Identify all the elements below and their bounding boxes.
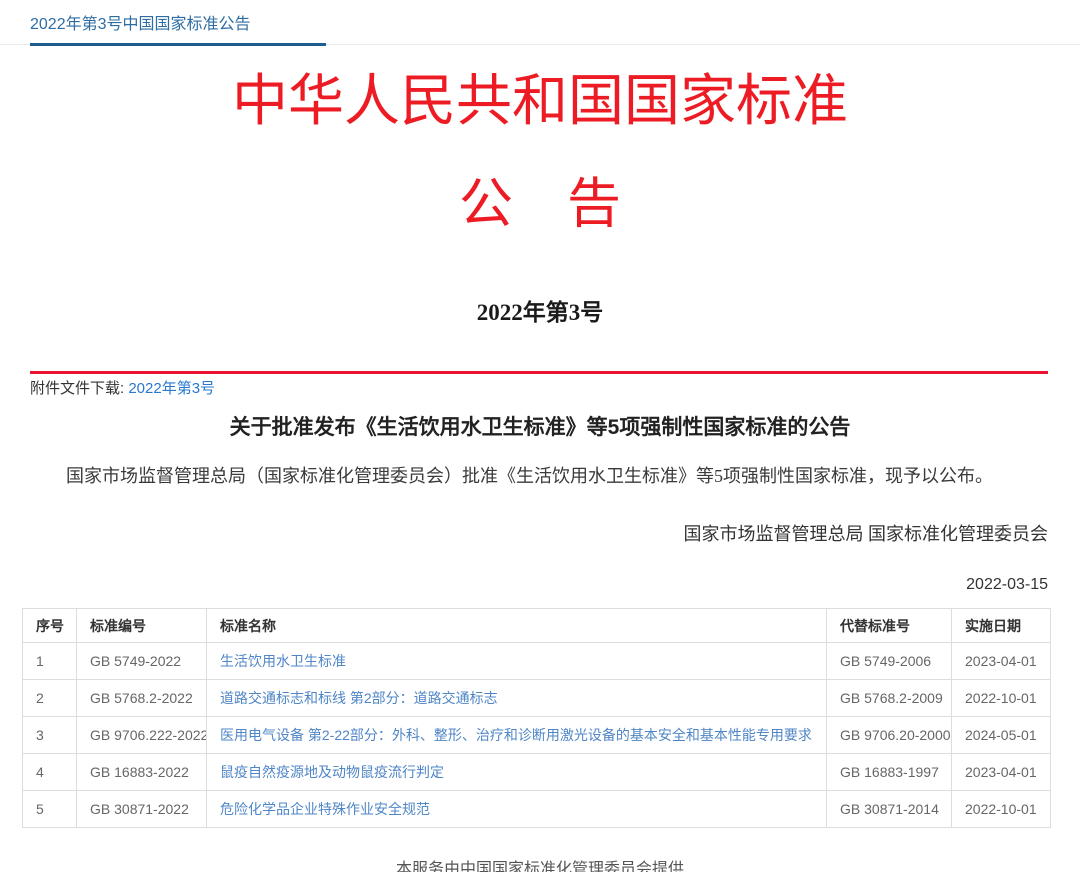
cell-seq: 4	[23, 754, 77, 791]
cell-standard-code: GB 5768.2-2022	[77, 680, 207, 717]
standard-name-link[interactable]: 医用电气设备 第2-22部分：外科、整形、治疗和诊断用激光设备的基本安全和基本性…	[220, 727, 812, 743]
standard-name-link[interactable]: 生活饮用水卫生标准	[220, 653, 346, 669]
page-title: 中华人民共和国国家标准	[0, 67, 1080, 137]
cell-standard-code: GB 5749-2022	[77, 643, 207, 680]
attachment-download-link[interactable]: 2022年第3号	[128, 380, 215, 397]
table-header-row: 序号 标准编号 标准名称 代替标准号 实施日期	[23, 609, 1051, 643]
cell-standard-code: GB 30871-2022	[77, 791, 207, 828]
issue-number: 2022年第3号	[0, 293, 1080, 327]
table-row: 4 GB 16883-2022 鼠疫自然疫源地及动物鼠疫流行判定 GB 1688…	[23, 754, 1051, 791]
standard-name-link[interactable]: 危险化学品企业特殊作业安全规范	[220, 801, 430, 817]
attachment-row: 附件文件下载: 2022年第3号	[30, 378, 1080, 399]
cell-standard-code: GB 16883-2022	[77, 754, 207, 791]
cell-effective-date: 2024-05-01	[952, 717, 1051, 754]
cell-replaced-code: GB 5768.2-2009	[827, 680, 952, 717]
cell-seq: 5	[23, 791, 77, 828]
announcement-body: 国家市场监督管理总局（国家标准化管理委员会）批准《生活饮用水卫生标准》等5项强制…	[30, 464, 1046, 488]
page-subtitle: 公 告	[0, 177, 1080, 231]
red-divider	[30, 371, 1048, 374]
table-row: 5 GB 30871-2022 危险化学品企业特殊作业安全规范 GB 30871…	[23, 791, 1051, 828]
tab-announcement[interactable]: 2022年第3号中国国家标准公告	[30, 7, 326, 46]
cell-seq: 1	[23, 643, 77, 680]
signature: 国家市场监督管理总局 国家标准化管理委员会	[0, 520, 1048, 546]
header-replaced-code: 代替标准号	[827, 609, 952, 643]
table-row: 3 GB 9706.222-2022 医用电气设备 第2-22部分：外科、整形、…	[23, 717, 1051, 754]
standards-table: 序号 标准编号 标准名称 代替标准号 实施日期 1 GB 5749-2022 生…	[22, 608, 1051, 828]
cell-effective-date: 2023-04-01	[952, 754, 1051, 791]
table-row: 1 GB 5749-2022 生活饮用水卫生标准 GB 5749-2006 20…	[23, 643, 1051, 680]
header-seq: 序号	[23, 609, 77, 643]
cell-replaced-code: GB 16883-1997	[827, 754, 952, 791]
cell-standard-code: GB 9706.222-2022	[77, 717, 207, 754]
header-standard-name: 标准名称	[207, 609, 827, 643]
standard-name-link[interactable]: 道路交通标志和标线 第2部分：道路交通标志	[220, 690, 498, 706]
cell-replaced-code: GB 9706.20-2000	[827, 717, 952, 754]
cell-seq: 2	[23, 680, 77, 717]
header-effective-date: 实施日期	[952, 609, 1051, 643]
standard-name-link[interactable]: 鼠疫自然疫源地及动物鼠疫流行判定	[220, 764, 444, 780]
announcement-heading: 关于批准发布《生活饮用水卫生标准》等5项强制性国家标准的公告	[0, 414, 1080, 442]
tab-bar: 2022年第3号中国国家标准公告	[0, 0, 1080, 45]
attachment-label: 附件文件下载:	[30, 380, 124, 397]
announcement-date: 2022-03-15	[0, 576, 1048, 594]
header-standard-code: 标准编号	[77, 609, 207, 643]
cell-effective-date: 2022-10-01	[952, 680, 1051, 717]
cell-replaced-code: GB 5749-2006	[827, 643, 952, 680]
cell-seq: 3	[23, 717, 77, 754]
cell-effective-date: 2022-10-01	[952, 791, 1051, 828]
cell-replaced-code: GB 30871-2014	[827, 791, 952, 828]
cell-effective-date: 2023-04-01	[952, 643, 1051, 680]
table-row: 2 GB 5768.2-2022 道路交通标志和标线 第2部分：道路交通标志 G…	[23, 680, 1051, 717]
footer-service-note: 本服务由中国国家标准化管理委员会提供	[0, 855, 1080, 872]
